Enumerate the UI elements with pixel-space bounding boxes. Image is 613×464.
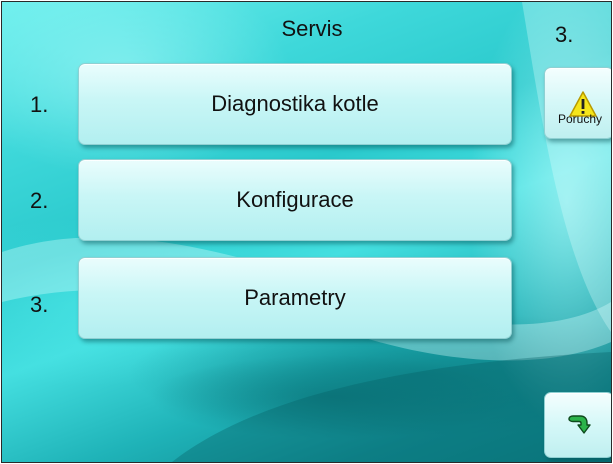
menu-number-2: 2. xyxy=(30,188,49,213)
page-number: 3. xyxy=(555,22,574,47)
parametry-button[interactable]: Parametry xyxy=(78,257,512,339)
back-button[interactable] xyxy=(544,392,611,458)
menu-number-3: 3. xyxy=(30,292,49,317)
page-title: Servis xyxy=(281,16,343,41)
menu-number-1: 1. xyxy=(30,92,49,117)
service-screen: Servis 3. 1. Diagnostika kotle 2. Konfig… xyxy=(1,1,612,463)
return-arrow-icon xyxy=(568,415,591,434)
konfigurace-button[interactable]: Konfigurace xyxy=(78,159,512,241)
diagnostika-kotle-label: Diagnostika kotle xyxy=(211,91,379,116)
parametry-label: Parametry xyxy=(244,285,346,310)
konfigurace-label: Konfigurace xyxy=(236,187,354,212)
poruchy-button[interactable]: Poruchy xyxy=(544,67,611,139)
poruchy-label: Poruchy xyxy=(557,112,603,126)
diagnostika-kotle-button[interactable]: Diagnostika kotle xyxy=(78,63,512,145)
